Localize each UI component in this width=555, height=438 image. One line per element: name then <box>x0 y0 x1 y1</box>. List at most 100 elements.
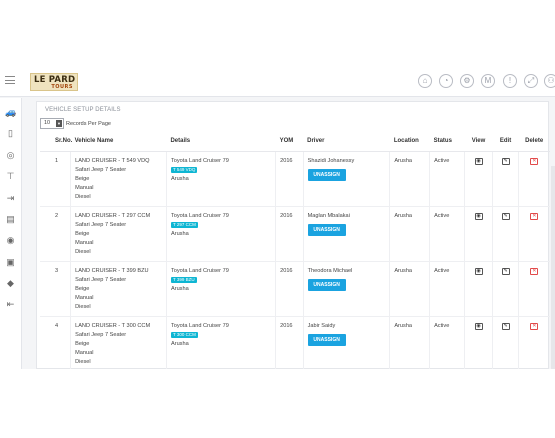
home-icon[interactable]: ⌂ <box>418 74 432 88</box>
driver-name: Shazidi Johanessy <box>307 157 355 164</box>
records-per-page-label: Records Per Page <box>66 120 111 127</box>
driver-name: Theodora Michael <box>307 267 353 274</box>
table-row: 3 LAND CRUISER - T 399 BZU Safari Jeep 7 S… <box>40 261 550 317</box>
column-header-vehicle-name[interactable]: Vehicle Name <box>70 132 167 152</box>
view-eye-icon[interactable]: ◉ <box>474 212 483 220</box>
unassign-button[interactable]: UNASSIGN <box>307 333 346 346</box>
delete-x-icon[interactable]: ✕ <box>530 322 539 330</box>
vehicle-transmission: Manual <box>75 239 94 246</box>
vehicle-city: Arusha <box>170 340 189 347</box>
edit-pencil-icon[interactable]: ✎ <box>501 157 510 165</box>
edit-pencil-icon[interactable]: ✎ <box>501 212 510 220</box>
steering-icon[interactable]: ◉ <box>5 235 16 246</box>
vehicle-color: Beige <box>75 230 90 237</box>
book-icon[interactable]: ▯ <box>5 128 16 139</box>
driver-cell: Maglan Mbalakai UNASSIGN <box>302 206 390 262</box>
driver-name: Maglan Mbalakai <box>307 212 350 219</box>
vehicle-name: LAND CRUISER - T 297 CCM <box>75 212 151 219</box>
user-icon[interactable]: ⚇ <box>544 74 555 88</box>
company-logo[interactable]: LE PARD TOURS <box>30 73 78 91</box>
unassign-button[interactable]: UNASSIGN <box>307 168 346 181</box>
view-cell: ◉ <box>463 151 493 207</box>
details-cell: Toyota Land Cruiser 79 T 549 VDQ Arusha <box>165 151 276 207</box>
column-header-details[interactable]: Details <box>166 132 276 152</box>
edit-pencil-icon[interactable]: ✎ <box>501 322 510 330</box>
records-per-page-value: 10 <box>44 120 51 126</box>
column-header-driver[interactable]: Driver <box>303 132 390 152</box>
vehicle-name: LAND CRUISER - T 399 BZU <box>75 267 149 274</box>
driver-name: Jabir Saidy <box>307 322 336 329</box>
details-cell: Toyota Land Cruiser 79 T 300 CCM Arusha <box>165 316 276 369</box>
expand-icon[interactable]: ⤢ <box>524 74 538 88</box>
notification-icon[interactable]: ! <box>503 74 517 88</box>
edit-cell: ✎ <box>492 316 519 369</box>
page-scrollbar[interactable] <box>551 166 555 369</box>
view-cell: ◉ <box>463 316 493 369</box>
location-cell: Arusha <box>389 206 430 262</box>
registration-badge: T 300 CCM <box>170 331 198 338</box>
details-cell: Toyota Land Cruiser 79 T 399 BZU Arusha <box>165 261 276 317</box>
vehicle-color: Beige <box>75 175 90 182</box>
view-eye-icon[interactable]: ◉ <box>474 267 483 275</box>
chevron-down-icon: ▼ <box>56 120 62 127</box>
logout-icon[interactable]: ⇤ <box>5 299 16 310</box>
yom-cell: 2016 <box>275 206 304 262</box>
column-header-srno[interactable]: Sr.No. <box>40 132 72 152</box>
sidebar: 🚙 ▯ ◎ ⊤ ⇥ ▤ ◉ ▣ ◆ ⇤ <box>0 98 22 369</box>
login-icon[interactable]: ⇥ <box>5 193 16 204</box>
yom-cell: 2016 <box>275 316 304 369</box>
vehicle-type: Safari Jeep 7 Seater <box>75 331 127 338</box>
records-per-page-select[interactable]: 10 ▼ <box>40 118 64 129</box>
registration-badge: T 297 CCM <box>170 221 198 228</box>
edit-pencil-icon[interactable]: ✎ <box>501 267 510 275</box>
vehicle-transmission: Manual <box>75 294 94 301</box>
delete-x-icon[interactable]: ✕ <box>530 267 539 275</box>
delete-cell: ✕ <box>517 206 550 262</box>
settings-icon[interactable]: ⚙ <box>460 74 474 88</box>
vehicle-model: Toyota Land Cruiser 79 <box>170 267 229 274</box>
card-title: VEHICLE SETUP DETAILS <box>45 107 121 113</box>
unassign-button[interactable]: UNASSIGN <box>307 223 346 236</box>
vehicle-city: Arusha <box>170 175 189 182</box>
location-cell: Arusha <box>389 261 430 317</box>
delete-x-icon[interactable]: ✕ <box>530 157 539 165</box>
vehicle-model: Toyota Land Cruiser 79 <box>170 322 229 329</box>
location-cell: Arusha <box>389 151 430 207</box>
vehicle-transmission: Manual <box>75 184 94 191</box>
vehicle-color: Beige <box>75 285 90 292</box>
menu-toggle-icon[interactable] <box>5 76 15 84</box>
mail-icon[interactable]: M <box>481 74 495 88</box>
table-row: 1 LAND CRUISER - T 549 VDQ Safari Jeep 7 S… <box>40 151 550 207</box>
edit-cell: ✎ <box>492 261 519 317</box>
delete-x-icon[interactable]: ✕ <box>530 212 539 220</box>
details-cell: Toyota Land Cruiser 79 T 297 CCM Arusha <box>165 206 276 262</box>
document-icon[interactable]: ▤ <box>5 214 16 225</box>
pie-chart-icon[interactable]: ◔ <box>439 74 453 88</box>
app-window: LE PARD TOURS ⌂ ◔ ⚙ M! ⤢ ⚇ 🚙 ▯ ◎ ⊤ ⇥ ▤ ◉ ▣ ◆ ⇤ VEHICLE… <box>0 64 555 369</box>
vehicle-model: Toyota Land Cruiser 79 <box>170 157 229 164</box>
table-row: 4 LAND CRUISER - T 300 CCM Safari Jeep 7 S… <box>40 316 550 369</box>
delete-cell: ✕ <box>517 151 550 207</box>
status-cell: Active <box>429 151 465 207</box>
car-icon[interactable]: 🚙 <box>5 107 16 118</box>
delete-cell: ✕ <box>517 316 550 369</box>
column-header-status[interactable]: Status <box>429 132 465 152</box>
pin-icon[interactable]: ⊤ <box>5 171 16 182</box>
vehicle-name-cell: LAND CRUISER - T 399 BZU Safari Jeep 7 Se… <box>70 261 167 317</box>
logo-sub-text: TOURS <box>51 84 73 90</box>
edit-cell: ✎ <box>492 151 519 207</box>
unassign-button[interactable]: UNASSIGN <box>307 278 346 291</box>
column-header-yom[interactable]: YOM <box>275 132 304 152</box>
driver-cell: Theodora Michael UNASSIGN <box>302 261 390 317</box>
target-icon[interactable]: ◎ <box>5 150 16 161</box>
fuel-pump-icon[interactable]: ▣ <box>5 257 16 268</box>
view-eye-icon[interactable]: ◉ <box>474 322 483 330</box>
vehicle-city: Arusha <box>170 285 189 292</box>
row-srno: 2 <box>40 206 71 262</box>
vehicle-name: LAND CRUISER - T 549 VDQ <box>75 157 150 164</box>
view-eye-icon[interactable]: ◉ <box>474 157 483 165</box>
drop-icon[interactable]: ◆ <box>5 278 16 289</box>
vehicle-name-cell: LAND CRUISER - T 300 CCM Safari Jeep 7 Se… <box>70 316 167 369</box>
records-per-page: 10 ▼ Records Per Page <box>40 118 111 129</box>
column-header-location[interactable]: Location <box>389 132 430 152</box>
